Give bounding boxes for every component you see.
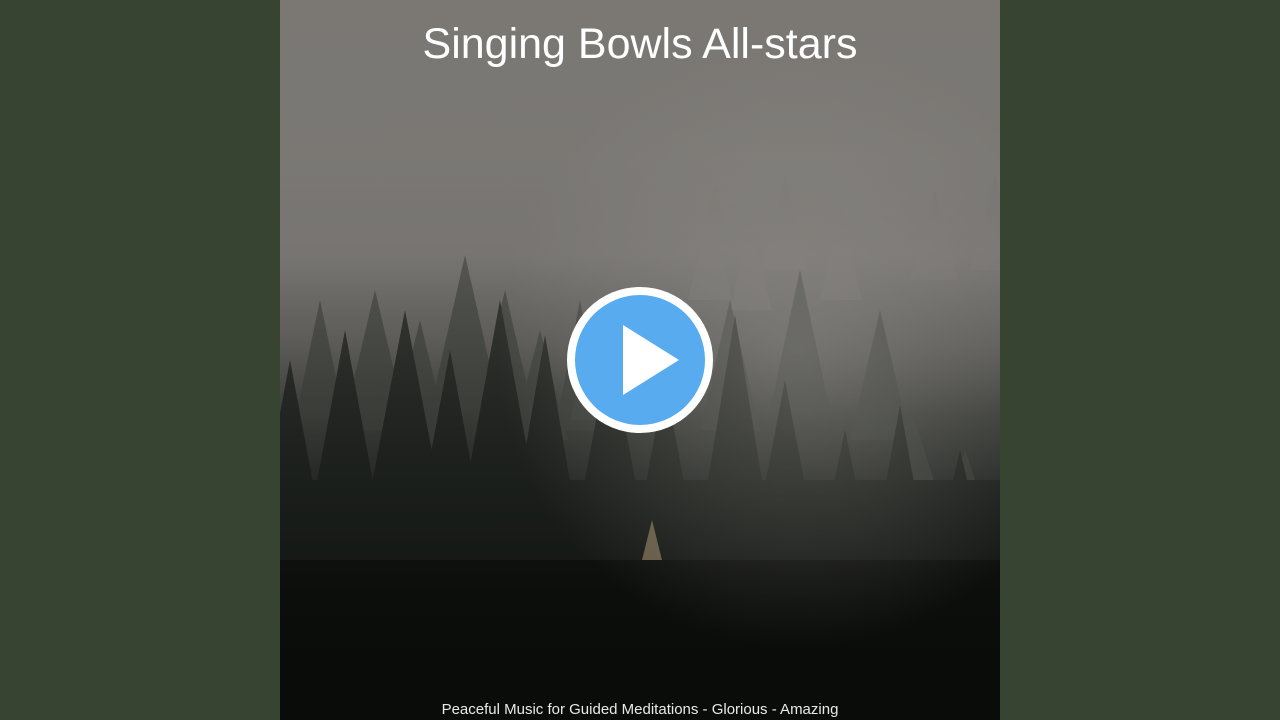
play-button[interactable] [567,287,713,433]
album-title: Singing Bowls All-stars [422,20,858,68]
play-button-circle[interactable] [575,295,705,425]
video-player[interactable]: Singing Bowls All-stars Peaceful Music f… [0,0,1280,720]
track-caption: Peaceful Music for Guided Meditations - … [441,701,839,718]
play-icon [623,325,679,395]
right-pillarbox [1000,0,1280,720]
left-pillarbox [0,0,280,720]
